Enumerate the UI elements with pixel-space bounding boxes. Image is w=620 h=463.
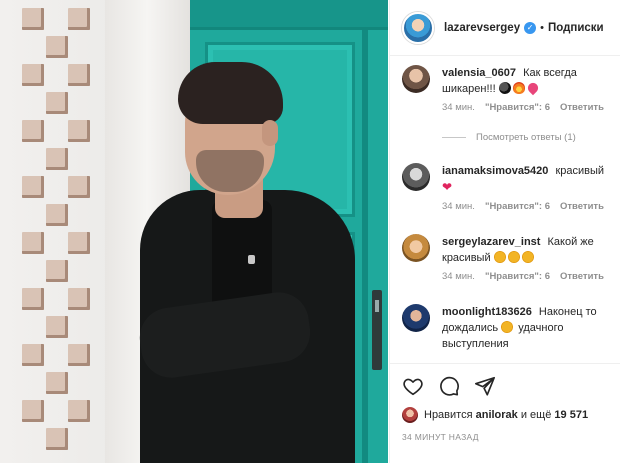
post-actions: Нравится anilorak и ещё 19 571 34 МИНУТ …: [390, 363, 620, 442]
heart-eyes-emoji-icon: [507, 251, 520, 263]
comment-item: moonlight183626 Наконец то дождались уда…: [402, 304, 614, 352]
heart-outline-icon[interactable]: [402, 375, 424, 397]
view-replies-button[interactable]: Посмотреть ответы (1): [442, 132, 576, 143]
heart-eyes-emoji-icon: [501, 321, 514, 333]
post-timestamp[interactable]: 34 МИНУТ НАЗАД: [402, 432, 609, 442]
comment-time[interactable]: 34 мин.: [442, 271, 475, 282]
post-photo[interactable]: [0, 0, 388, 463]
heart-eyes-emoji-icon: [493, 251, 506, 263]
brick-column: [18, 0, 103, 463]
commenter-avatar[interactable]: [402, 163, 430, 191]
post-sidebar: lazarevsergey ✓ • Подписки valensia_0607…: [389, 0, 620, 463]
share-icon[interactable]: [474, 375, 496, 397]
replies-divider: [442, 137, 466, 138]
reply-button[interactable]: Ответить: [560, 201, 604, 212]
reply-button[interactable]: Ответить: [560, 102, 604, 113]
comment-time[interactable]: 34 мин.: [442, 102, 475, 113]
likes-summary: Нравится anilorak и ещё 19 571: [402, 407, 609, 423]
comment-icon[interactable]: [438, 375, 460, 397]
comment-item: sergeylazarev_inst Какой же красивый 34 …: [402, 234, 614, 282]
likes-prefix: Нравится: [424, 409, 473, 421]
likes-count[interactable]: 19 571: [554, 409, 588, 421]
comment-like-count[interactable]: "Нравится": 6: [485, 201, 550, 212]
author-username[interactable]: lazarevsergey: [444, 22, 520, 34]
bomb-emoji-icon: [498, 82, 511, 94]
liker-username[interactable]: anilorak: [476, 409, 518, 421]
following-button[interactable]: Подписки: [548, 22, 604, 34]
comment-username[interactable]: moonlight183626: [442, 306, 532, 318]
comment-username[interactable]: sergeylazarev_inst: [442, 236, 540, 248]
fire-emoji-icon: [512, 82, 525, 94]
red-heart-emoji-icon: ❤: [442, 180, 453, 194]
comment-item: valensia_0607 Как всегда шикарен!!! 34 м…: [402, 65, 614, 113]
comments-list[interactable]: valensia_0607 Как всегда шикарен!!! 34 м…: [390, 57, 620, 362]
comment-username[interactable]: valensia_0607: [442, 67, 516, 79]
commenter-avatar[interactable]: [402, 304, 430, 332]
post-header: lazarevsergey ✓ • Подписки: [390, 0, 620, 56]
view-replies-label: Посмотреть ответы (1): [476, 132, 576, 143]
likes-suffix: и ещё: [520, 409, 552, 421]
comment-item: ianamaksimova5420 красивый ❤ 34 мин. "Нр…: [402, 163, 614, 212]
commenter-avatar[interactable]: [402, 234, 430, 262]
commenter-avatar[interactable]: [402, 65, 430, 93]
heart-ribbon-emoji-icon: [525, 80, 540, 96]
heart-eyes-emoji-icon: [521, 251, 534, 263]
author-avatar[interactable]: [402, 11, 434, 44]
header-separator: •: [540, 21, 544, 34]
comment-time[interactable]: 34 мин.: [442, 201, 475, 212]
comment-username[interactable]: ianamaksimova5420: [442, 165, 548, 177]
comment-like-count[interactable]: "Нравится": 6: [485, 271, 550, 282]
reply-button[interactable]: Ответить: [560, 271, 604, 282]
verified-badge-icon: ✓: [524, 21, 537, 34]
liker-avatar[interactable]: [402, 407, 418, 423]
comment-like-count[interactable]: "Нравится": 6: [485, 102, 550, 113]
comment-text: красивый: [555, 165, 605, 177]
